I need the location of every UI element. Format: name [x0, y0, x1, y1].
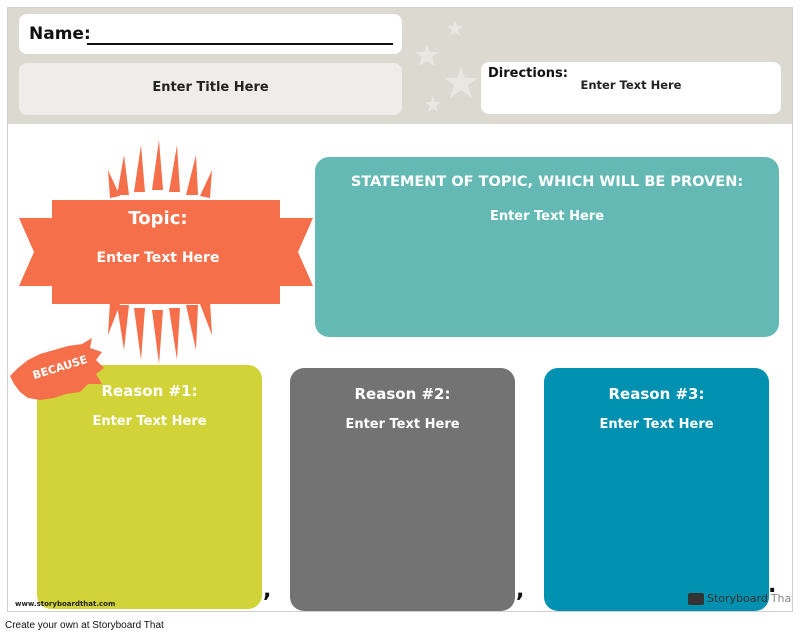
header-band: Name: Enter Title Here Directions: Enter… — [8, 8, 792, 124]
footer-link[interactable]: Create your own at Storyboard That — [5, 620, 164, 631]
reason-label: Reason #2: — [354, 385, 451, 403]
reason-text[interactable]: Enter Text Here — [37, 414, 262, 429]
topic-label: Topic: — [128, 208, 188, 229]
topic-text[interactable]: Enter Text Here — [68, 250, 248, 266]
watermark-url: www.storyboardthat.com — [15, 600, 116, 608]
directions-text[interactable]: Enter Text Here — [481, 78, 781, 92]
name-label: Name: — [29, 24, 91, 44]
name-line[interactable] — [87, 43, 393, 45]
statement-heading: STATEMENT OF TOPIC, WHICH WILL BE PROVEN… — [350, 174, 744, 190]
title-placeholder: Enter Title Here — [152, 80, 269, 95]
comma-2: , — [516, 578, 525, 603]
comma-1: , — [263, 578, 272, 603]
directions-card: Directions: Enter Text Here — [481, 62, 781, 114]
statement-box: STATEMENT OF TOPIC, WHICH WILL BE PROVEN… — [315, 157, 779, 337]
stars-decoration — [415, 20, 478, 112]
watermark-brand-suffix: That — [770, 592, 792, 605]
worksheet: Name: Enter Title Here Directions: Enter… — [7, 7, 793, 612]
reason-text[interactable]: Enter Text Here — [544, 417, 769, 432]
reason-box-3: Reason #3: Enter Text Here — [544, 368, 769, 611]
title-card[interactable]: Enter Title Here — [19, 63, 402, 115]
storyboard-logo-icon — [688, 592, 704, 605]
watermark-brand: Storyboard That — [688, 592, 792, 605]
watermark-brand-name: Storyboard — [707, 592, 768, 605]
name-card: Name: — [19, 14, 402, 54]
reason-box-2: Reason #2: Enter Text Here — [290, 368, 515, 611]
reason-label: Reason #3: — [608, 385, 705, 403]
reason-text[interactable]: Enter Text Here — [290, 417, 515, 432]
statement-text[interactable]: Enter Text Here — [315, 209, 779, 224]
